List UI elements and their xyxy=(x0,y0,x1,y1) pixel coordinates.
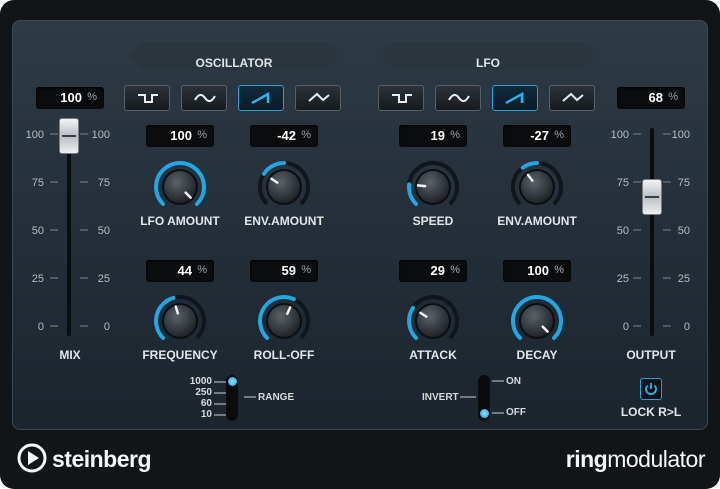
decay-value: 100 xyxy=(527,263,549,278)
roll-off-label: ROLL-OFF xyxy=(253,348,315,362)
oscillator-section-title: OSCILLATOR xyxy=(195,56,273,70)
decay-label: DECAY xyxy=(516,348,558,362)
mix-scale-tick: 50 xyxy=(31,225,44,237)
power-icon xyxy=(645,383,657,395)
attack-unit: % xyxy=(450,264,460,276)
lfo-amount-unit: % xyxy=(197,129,207,141)
osc-env-amount-unit: % xyxy=(301,129,311,141)
roll-off-knob[interactable] xyxy=(257,294,311,348)
sine-wave-icon xyxy=(194,94,216,102)
speed-unit: % xyxy=(450,129,460,141)
frequency-unit: % xyxy=(197,264,207,276)
lfo-square-wave-button[interactable] xyxy=(378,85,424,111)
lfo-triangle-wave-button[interactable] xyxy=(549,85,595,111)
output-scale-tick: 75 xyxy=(616,177,629,189)
speed-knob[interactable] xyxy=(406,160,460,214)
product-name: ringmodulator xyxy=(565,446,706,473)
lfo-amount-label: LFO AMOUNT xyxy=(140,214,220,228)
range-option-250[interactable]: 250 xyxy=(186,387,212,398)
output-scale-tick: 0 xyxy=(622,321,629,333)
product-name-rest: modulator xyxy=(607,446,705,472)
osc-square-wave-button[interactable] xyxy=(124,85,170,111)
lfo-amount-value: 100 xyxy=(170,128,192,143)
output-label: OUTPUT xyxy=(626,348,676,362)
lock-button[interactable] xyxy=(640,378,662,400)
attack-value: 29 xyxy=(430,263,445,278)
lfo-sine-wave-button[interactable] xyxy=(435,85,481,111)
range-selected-indicator xyxy=(228,377,237,386)
output-unit: % xyxy=(668,91,678,103)
output-fader-handle[interactable] xyxy=(642,179,662,216)
triangle-wave-icon xyxy=(308,92,330,102)
lfo-env-amount-value: -27 xyxy=(530,128,549,143)
range-option-60[interactable]: 60 xyxy=(186,398,212,409)
osc-env-amount-label: ENV.AMOUNT xyxy=(244,214,324,228)
lfo-section-title: LFO xyxy=(476,56,500,70)
roll-off-value: 59 xyxy=(281,263,296,278)
attack-display[interactable]: 29 % xyxy=(399,260,467,282)
brand-name: steinberg xyxy=(52,446,152,472)
osc-env-amount-display[interactable]: -42 % xyxy=(250,125,318,147)
range-option-10[interactable]: 10 xyxy=(186,409,212,420)
lock-label: LOCK R>L xyxy=(620,405,682,419)
invert-off-option[interactable]: OFF xyxy=(506,407,526,418)
decay-display[interactable]: 100 % xyxy=(503,260,571,282)
mix-scale-tick: 0 xyxy=(37,321,44,333)
osc-env-amount-value: -42 xyxy=(277,128,296,143)
product-name-bold: ring xyxy=(565,446,608,472)
mix-label: MIX xyxy=(59,348,81,362)
mix-unit: % xyxy=(87,91,97,103)
attack-knob[interactable] xyxy=(406,294,460,348)
lfo-sawtooth-wave-button[interactable] xyxy=(492,85,538,111)
attack-label: ATTACK xyxy=(409,348,457,362)
lfo-env-amount-knob[interactable] xyxy=(510,160,564,214)
mix-value: 100 xyxy=(60,90,82,105)
output-value-display[interactable]: 68 % xyxy=(617,87,685,109)
mix-value-display[interactable]: 100 % xyxy=(36,87,104,109)
roll-off-display[interactable]: 59 % xyxy=(250,260,318,282)
output-fader-track[interactable] xyxy=(650,128,654,336)
frequency-label: FREQUENCY xyxy=(142,348,218,362)
lfo-env-amount-unit: % xyxy=(554,129,564,141)
square-wave-icon xyxy=(138,94,158,103)
speed-label: SPEED xyxy=(412,214,454,228)
mix-scale-tick: 25 xyxy=(31,273,44,285)
frequency-knob[interactable] xyxy=(153,294,207,348)
lfo-env-amount-display[interactable]: -27 % xyxy=(503,125,571,147)
osc-sine-wave-button[interactable] xyxy=(181,85,227,111)
sawtooth-wave-icon xyxy=(505,91,524,105)
frequency-display[interactable]: 44 % xyxy=(146,260,214,282)
roll-off-unit: % xyxy=(301,264,311,276)
frequency-value: 44 xyxy=(177,263,192,278)
triangle-wave-icon xyxy=(562,92,584,102)
steinberg-logo-icon xyxy=(17,443,47,473)
output-value: 68 xyxy=(648,90,663,105)
decay-unit: % xyxy=(554,264,564,276)
speed-value: 19 xyxy=(430,128,445,143)
osc-env-amount-knob[interactable] xyxy=(257,160,311,214)
osc-sawtooth-wave-button[interactable] xyxy=(238,85,284,111)
range-label: RANGE xyxy=(258,392,295,403)
lfo-env-amount-label: ENV.AMOUNT xyxy=(497,214,577,228)
sine-wave-icon xyxy=(448,94,470,102)
output-scale-tick: 25 xyxy=(616,273,629,285)
lfo-amount-knob[interactable] xyxy=(153,160,207,214)
invert-on-option[interactable]: ON xyxy=(506,376,521,387)
mix-scale-tick: 75 xyxy=(31,177,44,189)
decay-knob[interactable] xyxy=(510,294,564,348)
plugin-window: OSCILLATOR LFO 100 % 100 75 50 25 0 100 … xyxy=(0,0,720,489)
speed-display[interactable]: 19 % xyxy=(399,125,467,147)
range-option-1000[interactable]: 1000 xyxy=(186,376,212,387)
sawtooth-wave-icon xyxy=(251,91,270,105)
output-scale-tick: 50 xyxy=(616,225,629,237)
mix-fader-handle[interactable] xyxy=(59,118,79,154)
lfo-amount-display[interactable]: 100 % xyxy=(146,125,214,147)
mix-scale-tick: 100 xyxy=(25,129,44,141)
osc-triangle-wave-button[interactable] xyxy=(295,85,341,111)
invert-selected-indicator xyxy=(480,409,489,418)
invert-label: INVERT xyxy=(422,392,459,403)
output-scale-tick: 100 xyxy=(610,129,629,141)
square-wave-icon xyxy=(392,94,412,103)
mix-fader-track[interactable] xyxy=(67,128,71,336)
